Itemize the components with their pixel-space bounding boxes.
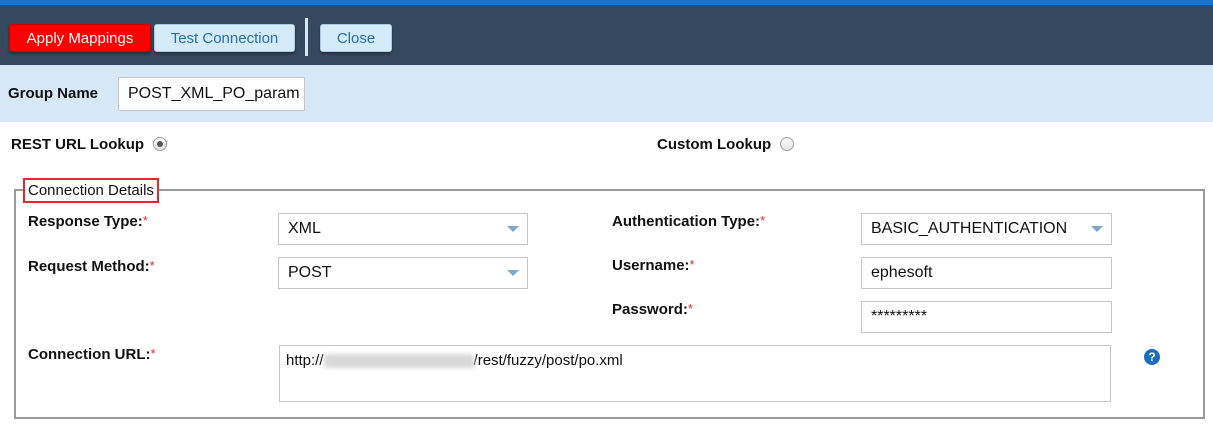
toolbar-separator — [305, 18, 308, 56]
apply-mappings-button[interactable]: Apply Mappings — [9, 24, 151, 52]
password-label: Password:* — [612, 301, 693, 318]
required-marker: * — [149, 258, 155, 273]
request-method-value: POST — [288, 264, 332, 281]
required-marker: * — [142, 213, 148, 228]
connection-details-legend: Connection Details — [23, 178, 159, 203]
connection-url-prefix: http:// — [286, 352, 324, 369]
close-button[interactable]: Close — [320, 24, 392, 52]
rest-url-lookup-radio[interactable] — [153, 137, 168, 151]
test-connection-button[interactable]: Test Connection — [154, 24, 295, 52]
password-input[interactable]: ********* — [861, 301, 1112, 333]
toolbar: Apply Mappings Test Connection Close — [0, 5, 1213, 65]
help-icon[interactable]: ? — [1144, 349, 1160, 365]
authentication-type-select[interactable]: BASIC_AUTHENTICATION — [861, 213, 1112, 245]
connection-url-label: Connection URL:* — [28, 346, 156, 363]
custom-lookup-radio[interactable] — [780, 137, 795, 151]
username-input[interactable]: ephesoft — [861, 257, 1112, 289]
custom-lookup-option[interactable]: Custom Lookup — [657, 134, 795, 154]
authentication-type-label: Authentication Type:* — [612, 213, 766, 230]
connection-url-path: /rest/fuzzy/post/po.xml — [473, 352, 623, 369]
rest-url-lookup-label: REST URL Lookup — [11, 135, 145, 153]
response-type-select[interactable]: XML — [278, 213, 528, 245]
request-method-select[interactable]: POST — [278, 257, 528, 289]
response-type-label: Response Type:* — [28, 213, 148, 230]
connection-url-textarea[interactable]: http:// /rest/fuzzy/post/po.xml — [279, 345, 1111, 402]
group-name-label: Group Name — [8, 85, 99, 102]
group-name-input[interactable]: POST_XML_PO_param — [118, 77, 305, 111]
redacted-host — [323, 354, 474, 368]
required-marker: * — [760, 213, 766, 228]
authentication-type-value: BASIC_AUTHENTICATION — [871, 220, 1068, 237]
chevron-down-icon — [507, 226, 519, 232]
rest-url-lookup-option[interactable]: REST URL Lookup — [11, 134, 168, 154]
username-label: Username:* — [612, 257, 695, 274]
group-name-bar: Group Name POST_XML_PO_param — [0, 65, 1213, 122]
custom-lookup-label: Custom Lookup — [657, 135, 772, 153]
request-method-label: Request Method:* — [28, 258, 155, 275]
required-marker: * — [687, 301, 693, 316]
chevron-down-icon — [1091, 226, 1103, 232]
response-type-value: XML — [288, 220, 321, 237]
required-marker: * — [689, 257, 695, 272]
required-marker: * — [150, 346, 156, 361]
chevron-down-icon — [507, 270, 519, 276]
